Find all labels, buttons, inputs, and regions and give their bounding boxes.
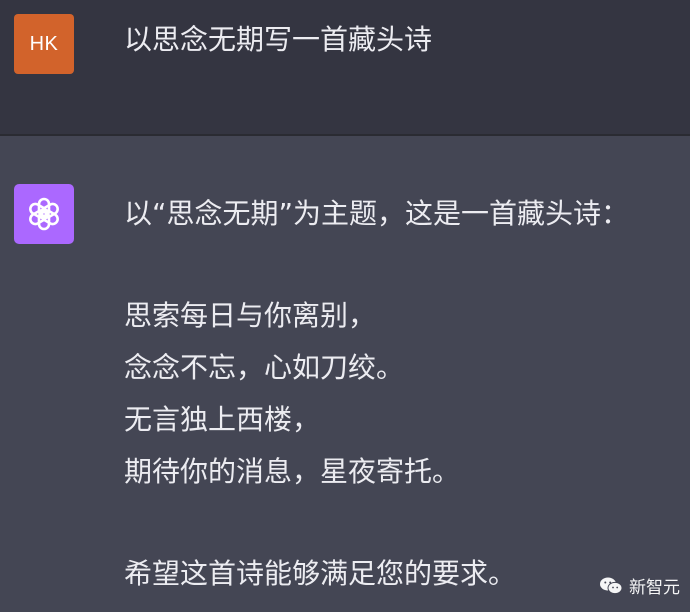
wechat-icon (600, 577, 623, 594)
openai-logo-icon (29, 197, 59, 231)
user-prompt-text: 以思念无期写一首藏头诗 (124, 23, 433, 56)
watermark-text: 新智元 (629, 578, 680, 598)
poem-line: 思索每日与你离别， (124, 299, 377, 332)
assistant-closing-text: 希望这首诗能够满足您的要求。 (124, 557, 517, 590)
user-avatar: HK (14, 14, 74, 74)
assistant-intro-text: 以“思念无期”为主题，这是一首藏头诗： (124, 197, 630, 230)
poem: 思索每日与你离别， 念念不忘，心如刀绞。 无言独上西楼， 期待你的消息，星夜寄托… (124, 290, 460, 498)
poem-line: 无言独上西楼， (124, 403, 321, 436)
poem-line: 期待你的消息，星夜寄托。 (124, 455, 461, 488)
assistant-avatar (14, 184, 74, 244)
user-avatar-initials: HK (29, 32, 59, 55)
user-message-block: HK 以思念无期写一首藏头诗 (0, 0, 690, 134)
poem-line: 念念不忘，心如刀绞。 (124, 351, 405, 384)
watermark: 新智元 (599, 573, 680, 598)
